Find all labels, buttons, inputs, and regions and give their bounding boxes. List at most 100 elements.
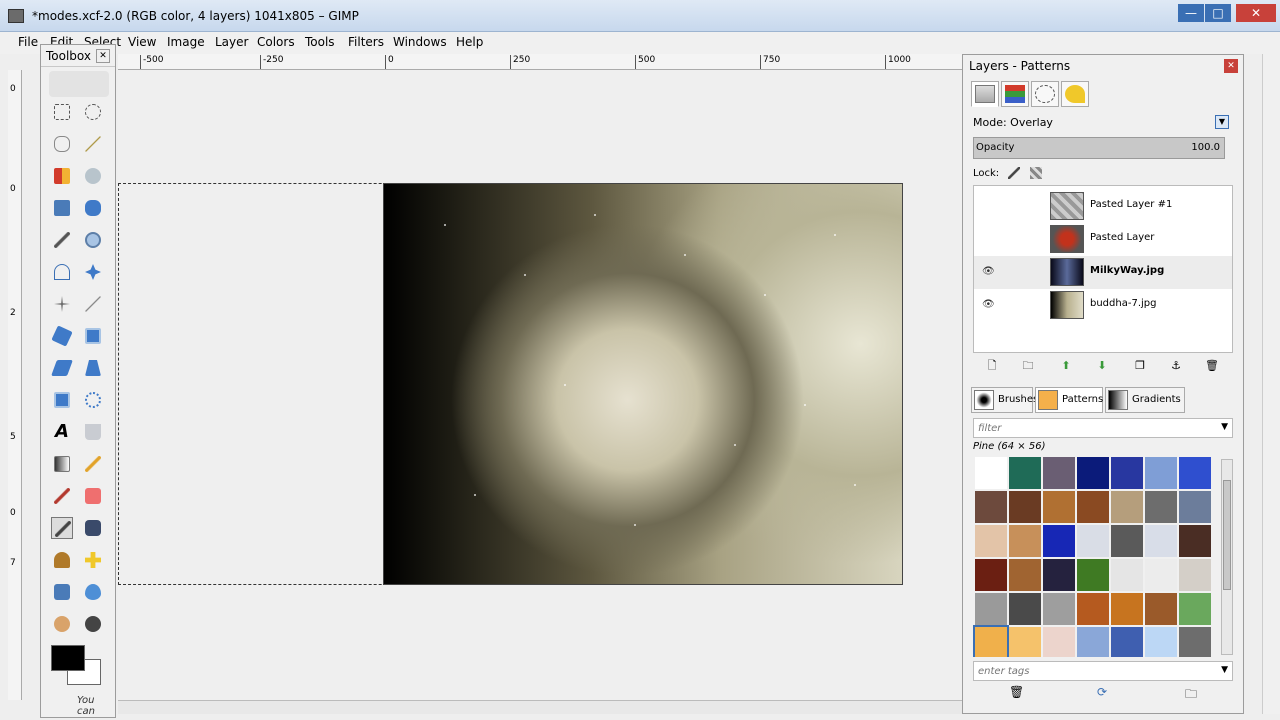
layer-row[interactable]: Pasted Layer — [974, 223, 1232, 256]
measure-tool[interactable] — [51, 261, 73, 283]
airbrush-tool[interactable] — [51, 517, 73, 539]
blend-tool[interactable] — [51, 453, 73, 475]
pattern-swatch[interactable] — [1145, 525, 1177, 557]
open-pattern-folder-icon[interactable]: 🗀 — [1185, 685, 1197, 706]
delete-pattern-icon[interactable]: 🗑 — [1009, 685, 1024, 699]
pattern-swatch[interactable] — [975, 491, 1007, 523]
pattern-swatch[interactable] — [1179, 627, 1211, 657]
menu-view[interactable]: View — [128, 35, 156, 49]
pattern-swatch[interactable] — [975, 559, 1007, 591]
tab-brushes[interactable]: Brushes — [971, 387, 1038, 413]
menu-tools[interactable]: Tools — [305, 35, 335, 49]
minimize-button[interactable]: — — [1178, 4, 1204, 22]
menu-help[interactable]: Help — [456, 35, 483, 49]
foreground-color-swatch[interactable] — [51, 645, 85, 671]
free-select-tool[interactable] — [51, 133, 73, 155]
tab-layers[interactable] — [971, 81, 999, 107]
rotate-tool[interactable] — [51, 325, 73, 347]
new-layer-icon[interactable]: 🗋 — [985, 359, 999, 373]
pattern-swatch[interactable] — [1043, 593, 1075, 625]
pattern-swatch[interactable] — [1077, 627, 1109, 657]
new-layer-group-icon[interactable]: 🗀 — [1021, 359, 1035, 373]
tab-patterns[interactable]: Patterns — [1035, 387, 1103, 413]
pattern-swatch[interactable] — [1111, 457, 1143, 489]
visibility-eye-icon[interactable]: 👁 — [982, 266, 996, 277]
eraser-tool[interactable] — [82, 485, 104, 507]
align-tool[interactable] — [51, 293, 73, 315]
foreground-select-tool[interactable] — [51, 197, 73, 219]
dodge-burn-tool[interactable] — [82, 613, 104, 635]
pattern-swatch[interactable] — [1111, 593, 1143, 625]
pattern-swatch[interactable] — [973, 625, 1009, 657]
pattern-swatch[interactable] — [1009, 627, 1041, 657]
anchor-layer-icon[interactable]: ⚓ — [1169, 359, 1183, 373]
perspective-tool[interactable] — [82, 357, 104, 379]
tab-gradients[interactable]: Gradients — [1105, 387, 1185, 413]
pattern-swatch[interactable] — [1111, 627, 1143, 657]
move-tool[interactable] — [82, 261, 104, 283]
tab-paths[interactable] — [1031, 81, 1059, 107]
zoom-tool[interactable] — [82, 229, 104, 251]
text-tool[interactable]: A — [51, 421, 73, 443]
duplicate-layer-icon[interactable]: ❐ — [1133, 359, 1147, 373]
perspective-clone-tool[interactable] — [51, 581, 73, 603]
smudge-tool[interactable] — [51, 613, 73, 635]
fuzzy-select-tool[interactable] — [82, 133, 104, 155]
pattern-swatch[interactable] — [1077, 525, 1109, 557]
pattern-swatch[interactable] — [1145, 559, 1177, 591]
delete-layer-icon[interactable]: 🗑 — [1205, 359, 1219, 373]
pattern-swatch[interactable] — [1009, 491, 1041, 523]
buddha-image[interactable] — [383, 183, 903, 585]
filter-input[interactable] — [974, 419, 1204, 437]
toolbox-close-button[interactable]: ✕ — [96, 49, 110, 63]
vertical-scrollbar[interactable] — [1262, 54, 1280, 714]
chevron-down-icon[interactable]: ▼ — [1221, 665, 1228, 675]
opacity-slider[interactable]: Opacity 100.0 — [973, 137, 1225, 159]
maximize-button[interactable]: □ — [1205, 4, 1231, 22]
menu-layer[interactable]: Layer — [215, 35, 248, 49]
lock-alpha-icon[interactable] — [1029, 167, 1042, 179]
layer-row[interactable]: Pasted Layer #1 — [974, 190, 1232, 223]
pattern-swatch[interactable] — [1077, 491, 1109, 523]
color-select-tool[interactable] — [51, 165, 73, 187]
crop-tool[interactable] — [82, 293, 104, 315]
tab-undo-history[interactable] — [1061, 81, 1089, 107]
pattern-swatch[interactable] — [1145, 457, 1177, 489]
pattern-swatch[interactable] — [1043, 627, 1075, 657]
layer-row[interactable]: 👁 MilkyWay.jpg — [974, 256, 1232, 289]
tab-channels[interactable] — [1001, 81, 1029, 107]
scissors-tool[interactable] — [82, 165, 104, 187]
pattern-swatch[interactable] — [1111, 491, 1143, 523]
dock-close-button[interactable]: ✕ — [1224, 59, 1238, 73]
pattern-swatch[interactable] — [1179, 491, 1211, 523]
pattern-swatch[interactable] — [1145, 593, 1177, 625]
pattern-swatch[interactable] — [1077, 593, 1109, 625]
pattern-swatch[interactable] — [1077, 559, 1109, 591]
pattern-swatch[interactable] — [1111, 525, 1143, 557]
layer-mode-select[interactable]: Mode: Overlay — [973, 116, 1053, 129]
pattern-filter-field[interactable]: ▼ — [973, 418, 1233, 438]
pattern-swatch[interactable] — [1145, 627, 1177, 657]
pattern-swatch[interactable] — [1145, 491, 1177, 523]
tags-input[interactable] — [974, 662, 1204, 680]
layer-row[interactable]: 👁 buddha-7.jpg — [974, 289, 1232, 322]
bucket-fill-tool[interactable] — [82, 421, 104, 443]
refresh-patterns-icon[interactable]: ⟳ — [1097, 685, 1107, 699]
pattern-swatch[interactable] — [1009, 559, 1041, 591]
scrollbar-thumb[interactable] — [1223, 480, 1231, 590]
pattern-swatch[interactable] — [1043, 559, 1075, 591]
pattern-swatch[interactable] — [1179, 525, 1211, 557]
pattern-swatch[interactable] — [975, 457, 1007, 489]
heal-tool[interactable] — [82, 549, 104, 571]
blur-tool[interactable] — [82, 581, 104, 603]
menu-colors[interactable]: Colors — [257, 35, 295, 49]
pattern-scrollbar[interactable] — [1221, 459, 1233, 655]
scale-tool[interactable] — [82, 325, 104, 347]
pattern-swatch[interactable] — [1009, 525, 1041, 557]
lock-pixels-icon[interactable] — [1008, 167, 1021, 179]
paths-tool[interactable] — [82, 197, 104, 219]
mode-dropdown-arrow-icon[interactable]: ▼ — [1215, 115, 1229, 129]
shear-tool[interactable] — [51, 357, 73, 379]
clone-tool[interactable] — [51, 549, 73, 571]
ellipse-select-tool[interactable] — [82, 101, 104, 123]
